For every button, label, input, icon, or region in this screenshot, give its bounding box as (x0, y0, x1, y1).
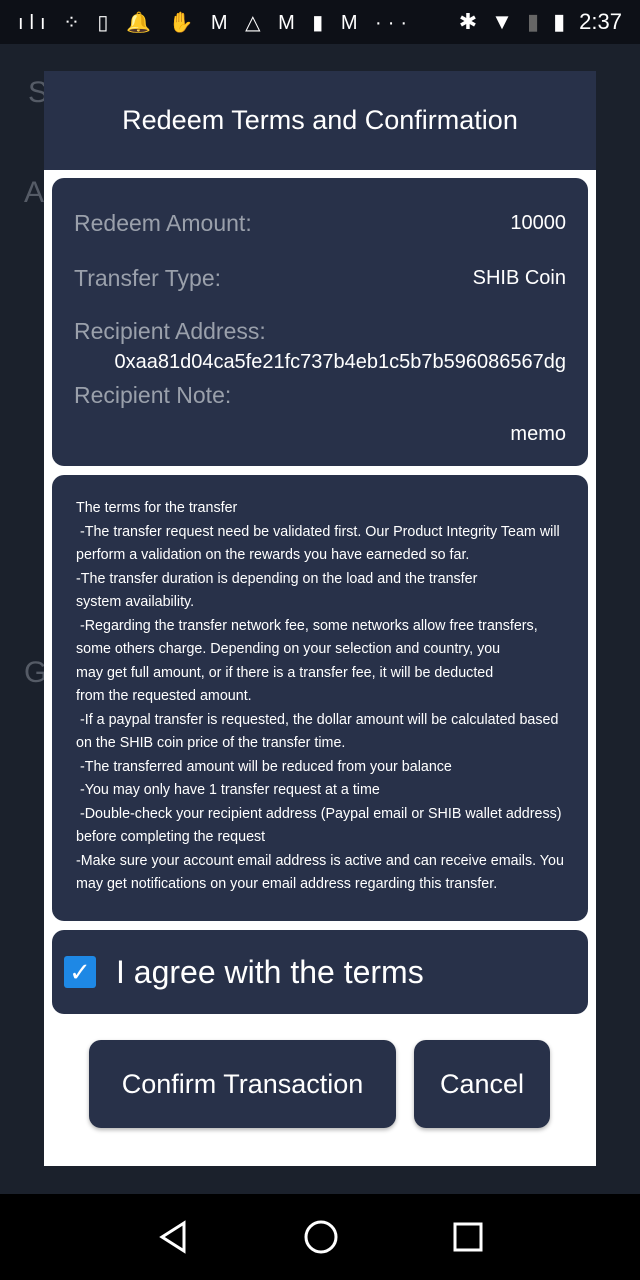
terms-line: -The transfer request need be validated … (76, 523, 560, 540)
terms-line: perform a validation on the rewards you … (76, 547, 470, 563)
checkbox-checked-icon[interactable]: ✓ (64, 956, 96, 988)
navigation-bar (0, 1194, 640, 1280)
transfer-type-label: Transfer Type: (74, 264, 222, 291)
terms-line: may get full amount, or if there is a tr… (76, 664, 494, 681)
back-icon[interactable] (156, 1220, 190, 1254)
terms-line: -Regarding the transfer network fee, som… (76, 617, 538, 634)
terms-line: -Double-check your recipient address (Pa… (76, 805, 562, 822)
battery-charging-icon: ▮ (553, 9, 566, 34)
redeem-amount-label: Redeem Amount: (74, 209, 252, 236)
recipient-note-value: memo (510, 423, 566, 445)
notification-icons: ılı ⁘ ▯ 🔔 ✋ M △ M ▮ M ··· (18, 11, 414, 34)
terms-line: from the requested amount. (76, 688, 252, 704)
clock: 2:37 (579, 9, 622, 34)
terms-line: -You may only have 1 transfer request at… (76, 782, 380, 798)
cancel-button[interactable]: Cancel (414, 1040, 550, 1128)
recents-icon[interactable] (452, 1221, 484, 1253)
no-sim-icon: ▮ (526, 9, 540, 34)
terms-line: -The transferred amount will be reduced … (76, 758, 452, 775)
terms-line: may get notifications on your email addr… (76, 876, 498, 892)
terms-line: on the SHIB coin price of the transfer t… (76, 735, 346, 751)
background-letter: A (24, 176, 45, 209)
wifi-icon: ▼ (491, 9, 513, 34)
agree-terms-checkbox[interactable]: ✓ I agree with the terms (52, 930, 588, 1014)
dialog-title: Redeem Terms and Confirmation (122, 105, 518, 135)
terms-line: some others charge. Depending on your se… (76, 641, 501, 657)
recipient-address-value: 0xaa81d04ca5fe21fc737b4eb1c5b7b596086567… (114, 351, 566, 373)
terms-line: -Make sure your account email address is… (76, 852, 564, 869)
confirm-transaction-button[interactable]: Confirm Transaction (89, 1040, 396, 1128)
redeem-amount-value: 10000 (510, 211, 566, 234)
redeem-dialog: Redeem Terms and Confirmation Redeem Amo… (44, 71, 596, 1166)
status-bar: ılı ⁘ ▯ 🔔 ✋ M △ M ▮ M ··· ✱ ▼ ▮ ▮ 2:37 (0, 0, 640, 44)
dialog-header: Redeem Terms and Confirmation (44, 71, 596, 170)
terms-line: The terms for the transfer (76, 500, 238, 516)
terms-line: system availability. (76, 594, 195, 610)
terms-line: -The transfer duration is depending on t… (76, 570, 478, 587)
recipient-note-label: Recipient Note: (74, 382, 232, 408)
home-icon[interactable] (303, 1219, 339, 1255)
terms-line: before completing the request (76, 829, 266, 845)
terms-card: The terms for the transfer -The transfer… (52, 475, 588, 921)
agree-label: I agree with the terms (116, 953, 424, 990)
recipient-address-label: Recipient Address: (74, 318, 266, 344)
bluetooth-icon: ✱ (458, 9, 478, 34)
terms-line: -If a paypal transfer is requested, the … (76, 711, 559, 728)
transfer-type-value: SHIB Coin (472, 266, 566, 289)
transfer-summary-card: Redeem Amount: 10000 Transfer Type: SHIB C… (52, 178, 588, 466)
